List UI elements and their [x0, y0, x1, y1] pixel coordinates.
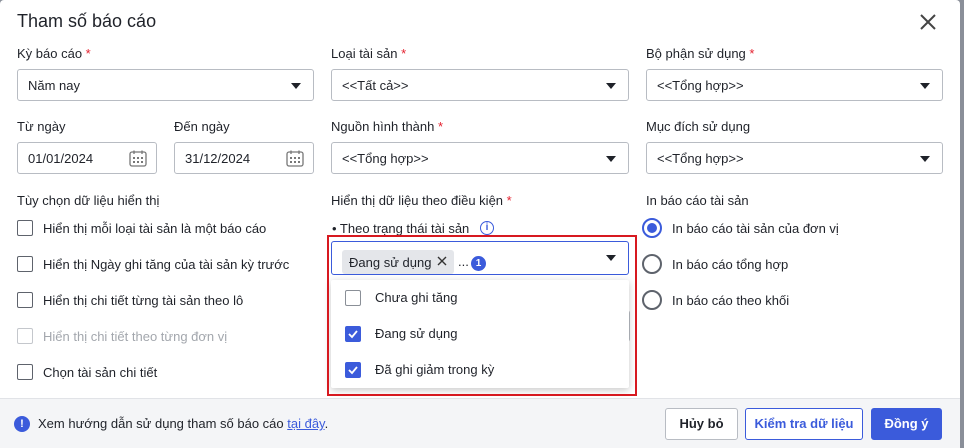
close-icon[interactable]: [917, 11, 939, 33]
tu-ngay-label: Từ ngày: [17, 119, 66, 134]
option-checkbox-5[interactable]: [17, 364, 33, 380]
condition-label: Hiển thị dữ liệu theo điều kiện *: [331, 193, 512, 208]
print-label: In báo cáo tài sản: [646, 193, 749, 208]
info-icon: !: [14, 416, 30, 432]
chevron-down-icon: [920, 156, 930, 162]
calendar-icon[interactable]: [129, 150, 147, 167]
print-radio-1[interactable]: [642, 218, 662, 238]
loai-tai-san-select[interactable]: <<Tất cả>>: [331, 69, 629, 101]
print-radio-3[interactable]: [642, 290, 662, 310]
nguon-select[interactable]: <<Tổng hợp>>: [331, 142, 629, 174]
option-label-5: Chọn tài sản chi tiết: [43, 365, 158, 380]
dialog-title: Tham số báo cáo: [17, 11, 157, 31]
option-label-3: Hiển thị chi tiết từng tài sản theo lô: [43, 293, 244, 308]
highlight-box: [327, 235, 637, 396]
tu-ngay-input[interactable]: 01/01/2024: [17, 142, 157, 174]
nguon-label: Nguồn hình thành *: [331, 119, 444, 134]
chevron-down-icon: [606, 156, 616, 162]
print-radio-2[interactable]: [642, 254, 662, 274]
ky-bao-cao-label: Kỳ báo cáo *: [17, 46, 91, 61]
option-label-1: Hiển thị mỗi loại tài sản là một báo cáo: [43, 221, 267, 236]
ky-bao-cao-select[interactable]: Năm nay: [17, 69, 314, 101]
bo-phan-select[interactable]: <<Tổng hợp>>: [646, 69, 943, 101]
dialog-footer: ! Xem hướng dẫn sử dụng tham số báo cáo …: [0, 398, 960, 448]
den-ngay-label: Đến ngày: [174, 119, 230, 134]
option-checkbox-2[interactable]: [17, 256, 33, 272]
option-checkbox-1[interactable]: [17, 220, 33, 236]
cancel-button[interactable]: Hủy bỏ: [665, 408, 738, 440]
check-data-button[interactable]: Kiểm tra dữ liệu: [745, 408, 863, 440]
muc-dich-select[interactable]: <<Tổng hợp>>: [646, 142, 943, 174]
print-label-2: In báo cáo tổng hợp: [672, 257, 789, 272]
calendar-icon[interactable]: [286, 150, 304, 167]
option-checkbox-3[interactable]: [17, 292, 33, 308]
print-label-1: In báo cáo tài sản của đơn vị: [672, 221, 839, 236]
option-label-2: Hiển thị Ngày ghi tăng của tài sản kỳ tr…: [43, 257, 290, 272]
condition-bullet: • Theo trạng thái tài sản: [332, 221, 470, 236]
den-ngay-input[interactable]: 31/12/2024: [174, 142, 314, 174]
print-label-3: In báo cáo theo khối: [672, 293, 790, 308]
chevron-down-icon: [291, 83, 301, 89]
options-label: Tùy chọn dữ liệu hiển thị: [17, 193, 160, 208]
help-text: Xem hướng dẫn sử dụng tham số báo cáo tạ…: [38, 416, 329, 431]
info-icon[interactable]: i: [480, 221, 494, 235]
report-params-dialog: Tham số báo cáo Kỳ báo cáo * Năm nay Loạ…: [0, 0, 960, 448]
bo-phan-label: Bộ phận sử dụng *: [646, 46, 755, 61]
chevron-down-icon: [920, 83, 930, 89]
loai-tai-san-label: Loại tài sản *: [331, 46, 407, 61]
ok-button[interactable]: Đồng ý: [871, 408, 942, 440]
muc-dich-label: Mục đích sử dụng: [646, 119, 751, 134]
option-checkbox-4: [17, 328, 33, 344]
chevron-down-icon: [606, 83, 616, 89]
help-link[interactable]: tại đây: [287, 416, 324, 431]
option-label-4: Hiển thị chi tiết theo từng đơn vị: [43, 329, 228, 344]
